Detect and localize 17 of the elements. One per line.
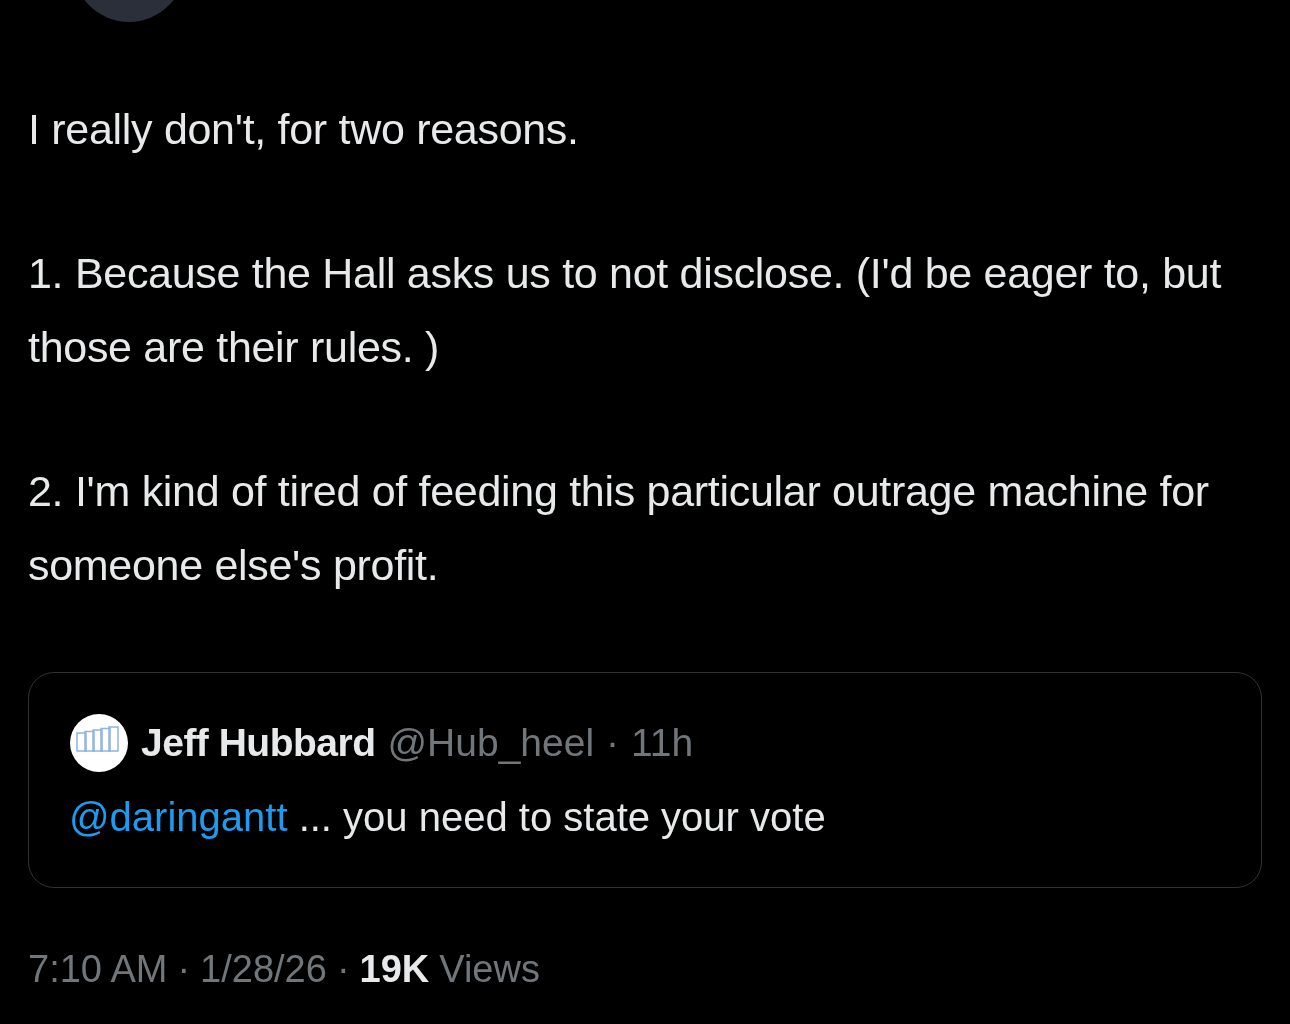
quoted-text: @daringantt ... you need to state your vote	[69, 795, 827, 840]
view-count: 19K	[359, 948, 430, 991]
post-time: 7:10 AM	[28, 948, 168, 991]
separator: ·	[177, 948, 191, 991]
avatar	[69, 713, 129, 773]
post-date: 1/28/26	[200, 948, 327, 991]
views-label: Views	[439, 948, 540, 991]
post-age: 11h	[631, 721, 694, 765]
author-handle[interactable]: @Hub_heel	[387, 721, 595, 765]
separator: ·	[606, 721, 620, 765]
post-text: 1. Because the Hall asks us to not disclose. (I'd be eager to, but those are their rules. )	[28, 248, 1223, 373]
post-text: I really don't, for two reasons.	[28, 104, 580, 155]
post-text: 2. I'm kind of tired of feeding this particular outrage machine for someone else's profit.	[28, 466, 1210, 591]
separator: ·	[336, 948, 350, 991]
author-name[interactable]: Jeff Hubbard	[141, 721, 376, 765]
mention-link[interactable]: @daringantt	[69, 795, 288, 839]
quoted-post-card[interactable]: Jeff Hubbard @Hub_heel · 11h @daringantt ... you need to state your vote	[28, 672, 1262, 888]
